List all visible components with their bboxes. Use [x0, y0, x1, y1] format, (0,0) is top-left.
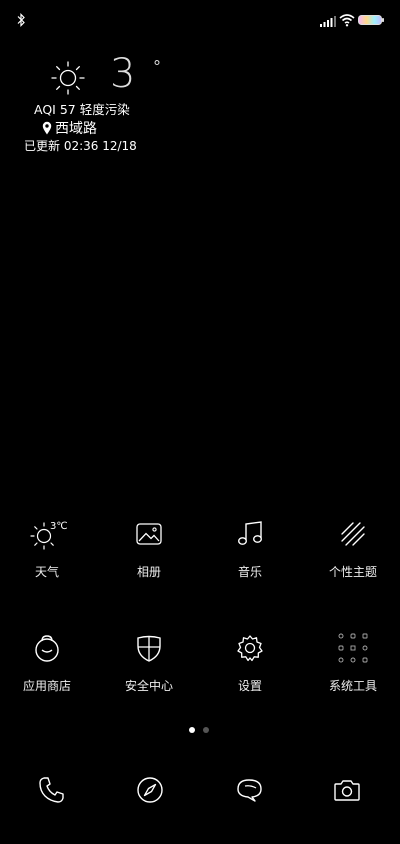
temperature-value: 3: [110, 51, 136, 97]
app-label: 应用商店: [22, 679, 71, 693]
app-label: 设置: [237, 679, 262, 693]
bluetooth-icon: [17, 13, 25, 27]
themes-icon: [341, 522, 365, 546]
weather-widget[interactable]: 3 ° AQI 57 轻度污染 西域路 已更新 02:36 12/18: [20, 51, 220, 165]
messages-icon: [237, 779, 262, 802]
weather-badge: 3℃: [50, 521, 68, 532]
page-dot-1: [189, 727, 195, 733]
browser-compass-icon: [137, 777, 163, 803]
wifi-icon: [339, 14, 355, 27]
update-time: 已更新 02:36 12/18: [24, 139, 137, 153]
folder-system-tools[interactable]: 系统工具: [303, 624, 400, 704]
temperature-degree: °: [153, 57, 161, 76]
location-text: 西域路: [55, 121, 97, 137]
phone-icon: [39, 777, 64, 803]
app-label: 音乐: [237, 565, 262, 579]
dock-browser[interactable]: [130, 770, 170, 810]
dock-camera[interactable]: [327, 770, 367, 810]
app-store[interactable]: 应用商店: [0, 624, 97, 704]
page-dot-2: [203, 727, 209, 733]
system-tools-folder-icon: [338, 633, 368, 663]
weather-icon: 3℃: [30, 517, 68, 551]
app-label: 安全中心: [124, 679, 173, 693]
status-bar: [0, 0, 400, 40]
app-themes[interactable]: 个性主题: [303, 510, 400, 590]
app-weather[interactable]: 3℃ 天气: [0, 510, 97, 590]
app-security[interactable]: 安全中心: [99, 624, 199, 704]
camera-icon: [334, 780, 360, 801]
app-music[interactable]: 音乐: [200, 510, 300, 590]
location-pin-icon: [42, 121, 52, 135]
settings-icon: [237, 635, 263, 662]
dock: [0, 770, 400, 810]
location: 西域路: [42, 118, 97, 138]
app-store-icon: [35, 635, 59, 662]
music-icon: [238, 521, 263, 545]
app-label: 相册: [136, 565, 161, 579]
page-indicator[interactable]: [189, 727, 211, 733]
app-label: 系统工具: [328, 679, 377, 693]
battery-icon: [358, 15, 384, 25]
aqi-text: AQI 57 轻度污染: [34, 102, 130, 117]
app-gallery[interactable]: 相册: [99, 510, 199, 590]
signal-icon: [320, 16, 336, 27]
security-icon: [137, 635, 161, 662]
gallery-icon: [136, 523, 162, 545]
app-label: 个性主题: [328, 565, 377, 579]
dock-phone[interactable]: [32, 770, 72, 810]
app-settings[interactable]: 设置: [200, 624, 300, 704]
dock-messages[interactable]: [230, 770, 270, 810]
sun-icon: [51, 61, 85, 95]
app-label: 天气: [34, 565, 59, 579]
